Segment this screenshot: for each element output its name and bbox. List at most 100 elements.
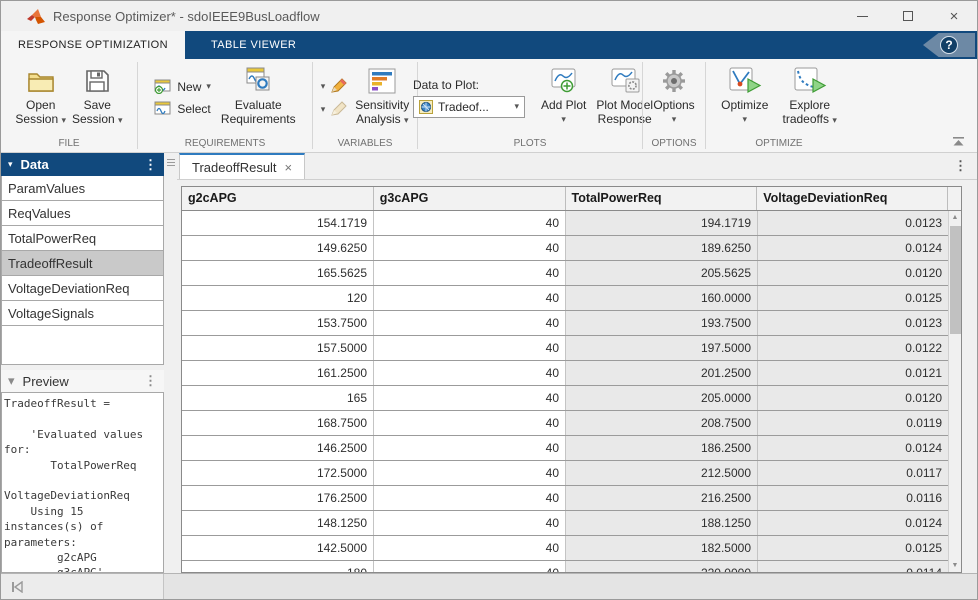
data-list-item[interactable]: ParamValues [2,176,163,201]
table-cell[interactable]: 0.0119 [758,411,949,435]
table-row[interactable]: 149.6250 40 189.6250 0.0124 [182,236,949,261]
edit-variable-disabled-button[interactable]: ▾ [321,101,348,117]
table-row[interactable]: 176.2500 40 216.2500 0.0116 [182,486,949,511]
data-to-plot-select[interactable]: Tradeof... ▾ [413,96,525,118]
table-cell[interactable]: 157.5000 [182,336,374,360]
table-row[interactable]: 172.5000 40 212.5000 0.0117 [182,461,949,486]
save-session-button[interactable]: Save Session ▾ [72,59,123,136]
open-session-button[interactable]: Open Session ▾ [15,59,66,136]
table-cell[interactable]: 0.0124 [758,511,949,535]
column-header[interactable]: VoltageDeviationReq [757,187,948,210]
table-cell[interactable]: 40 [374,261,566,285]
table-row[interactable]: 148.1250 40 188.1250 0.0124 [182,511,949,536]
table-cell[interactable]: 161.2500 [182,361,374,385]
table-cell[interactable]: 193.7500 [566,311,758,335]
table-row[interactable]: 165 40 205.0000 0.0120 [182,386,949,411]
table-cell[interactable]: 0.0123 [758,311,949,335]
table-cell[interactable]: 165.5625 [182,261,374,285]
document-tab-tradeoffresult[interactable]: TradeoffResult × [179,153,305,179]
table-row[interactable]: 153.7500 40 193.7500 0.0123 [182,311,949,336]
table-cell[interactable]: 212.5000 [566,461,758,485]
scroll-up-icon[interactable]: ▲ [949,211,961,224]
close-button[interactable]: × [931,1,977,31]
table-cell[interactable]: 40 [374,536,566,560]
table-cell[interactable]: 40 [374,286,566,310]
table-cell[interactable]: 0.0122 [758,336,949,360]
table-cell[interactable]: 154.1719 [182,211,374,235]
scroll-down-icon[interactable]: ▼ [949,559,961,572]
new-requirement-button[interactable]: New ▾ [154,79,211,94]
table-cell[interactable]: 120 [182,286,374,310]
table-cell[interactable]: 194.1719 [566,211,758,235]
table-cell[interactable]: 40 [374,311,566,335]
table-cell[interactable]: 0.0124 [758,436,949,460]
sensitivity-analysis-button[interactable]: Sensitivity Analysis ▾ [355,59,409,136]
data-panel-header[interactable]: ▾ Data ⋮ [1,153,164,176]
table-cell[interactable]: 197.5000 [566,336,758,360]
collapse-ribbon-button[interactable] [952,137,965,146]
table-cell[interactable]: 0.0123 [758,211,949,235]
table-cell[interactable]: 220.0000 [566,561,758,573]
table-cell[interactable]: 0.0124 [758,236,949,260]
table-cell[interactable]: 188.1250 [566,511,758,535]
table-cell[interactable]: 153.7500 [182,311,374,335]
table-cell[interactable]: 40 [374,486,566,510]
table-cell[interactable]: 40 [374,236,566,260]
panel-splitter[interactable] [164,153,177,573]
table-cell[interactable]: 189.6250 [566,236,758,260]
table-row[interactable]: 120 40 160.0000 0.0125 [182,286,949,311]
help-button[interactable]: ? [923,33,975,57]
table-cell[interactable]: 40 [374,386,566,410]
evaluate-requirements-button[interactable]: Evaluate Requirements [221,59,296,136]
close-tab-icon[interactable]: × [285,160,293,175]
minimize-button[interactable] [839,1,885,31]
scrollbar-thumb[interactable] [950,226,961,334]
table-cell[interactable]: 40 [374,461,566,485]
table-row[interactable]: 157.5000 40 197.5000 0.0122 [182,336,949,361]
table-cell[interactable]: 165 [182,386,374,410]
table-cell[interactable]: 149.6250 [182,236,374,260]
table-cell[interactable]: 40 [374,561,566,573]
table-cell[interactable]: 40 [374,411,566,435]
table-cell[interactable]: 205.5625 [566,261,758,285]
table-row[interactable]: 146.2500 40 186.2500 0.0124 [182,436,949,461]
skip-to-start-icon[interactable] [11,581,23,593]
explore-tradeoffs-button[interactable]: Explore tradeoffs ▾ [782,59,836,136]
table-row[interactable]: 161.2500 40 201.2500 0.0121 [182,361,949,386]
table-cell[interactable]: 0.0120 [758,386,949,410]
data-list-item[interactable]: TradeoffResult [2,251,163,276]
table-row[interactable]: 165.5625 40 205.5625 0.0120 [182,261,949,286]
table-cell[interactable]: 148.1250 [182,511,374,535]
table-cell[interactable]: 208.7500 [566,411,758,435]
data-list-item[interactable]: ReqValues [2,201,163,226]
table-cell[interactable]: 176.2500 [182,486,374,510]
table-cell[interactable]: 0.0120 [758,261,949,285]
table-row[interactable]: 142.5000 40 182.5000 0.0125 [182,536,949,561]
table-cell[interactable]: 172.5000 [182,461,374,485]
maximize-button[interactable] [885,1,931,31]
table-cell[interactable]: 180 [182,561,374,573]
collapse-panel-icon[interactable]: ▾ [8,373,15,389]
data-list-item[interactable]: VoltageDeviationReq [2,276,163,301]
table-cell[interactable]: 40 [374,511,566,535]
options-button[interactable]: Options ▾ [653,59,694,136]
preview-panel-header[interactable]: ▾ Preview ⋮ [1,370,164,392]
tab-response-optimization[interactable]: RESPONSE OPTIMIZATION [1,31,185,59]
add-plot-button[interactable]: Add Plot ▾ [541,59,586,136]
select-requirement-button[interactable]: Select [154,101,211,116]
tab-table-viewer[interactable]: TABLE VIEWER [185,31,322,59]
table-cell[interactable]: 0.0125 [758,286,949,310]
table-cell[interactable]: 0.0117 [758,461,949,485]
column-header[interactable]: g3cAPG [374,187,566,210]
preview-panel-menu-icon[interactable]: ⋮ [144,373,157,389]
table-cell[interactable]: 142.5000 [182,536,374,560]
table-cell[interactable]: 160.0000 [566,286,758,310]
table-cell[interactable]: 0.0125 [758,536,949,560]
table-cell[interactable]: 0.0116 [758,486,949,510]
table-cell[interactable]: 168.7500 [182,411,374,435]
table-cell[interactable]: 186.2500 [566,436,758,460]
collapse-panel-icon[interactable]: ▾ [8,159,13,170]
table-cell[interactable]: 201.2500 [566,361,758,385]
table-row[interactable]: 154.1719 40 194.1719 0.0123 [182,211,949,236]
data-list-item[interactable]: TotalPowerReq [2,226,163,251]
